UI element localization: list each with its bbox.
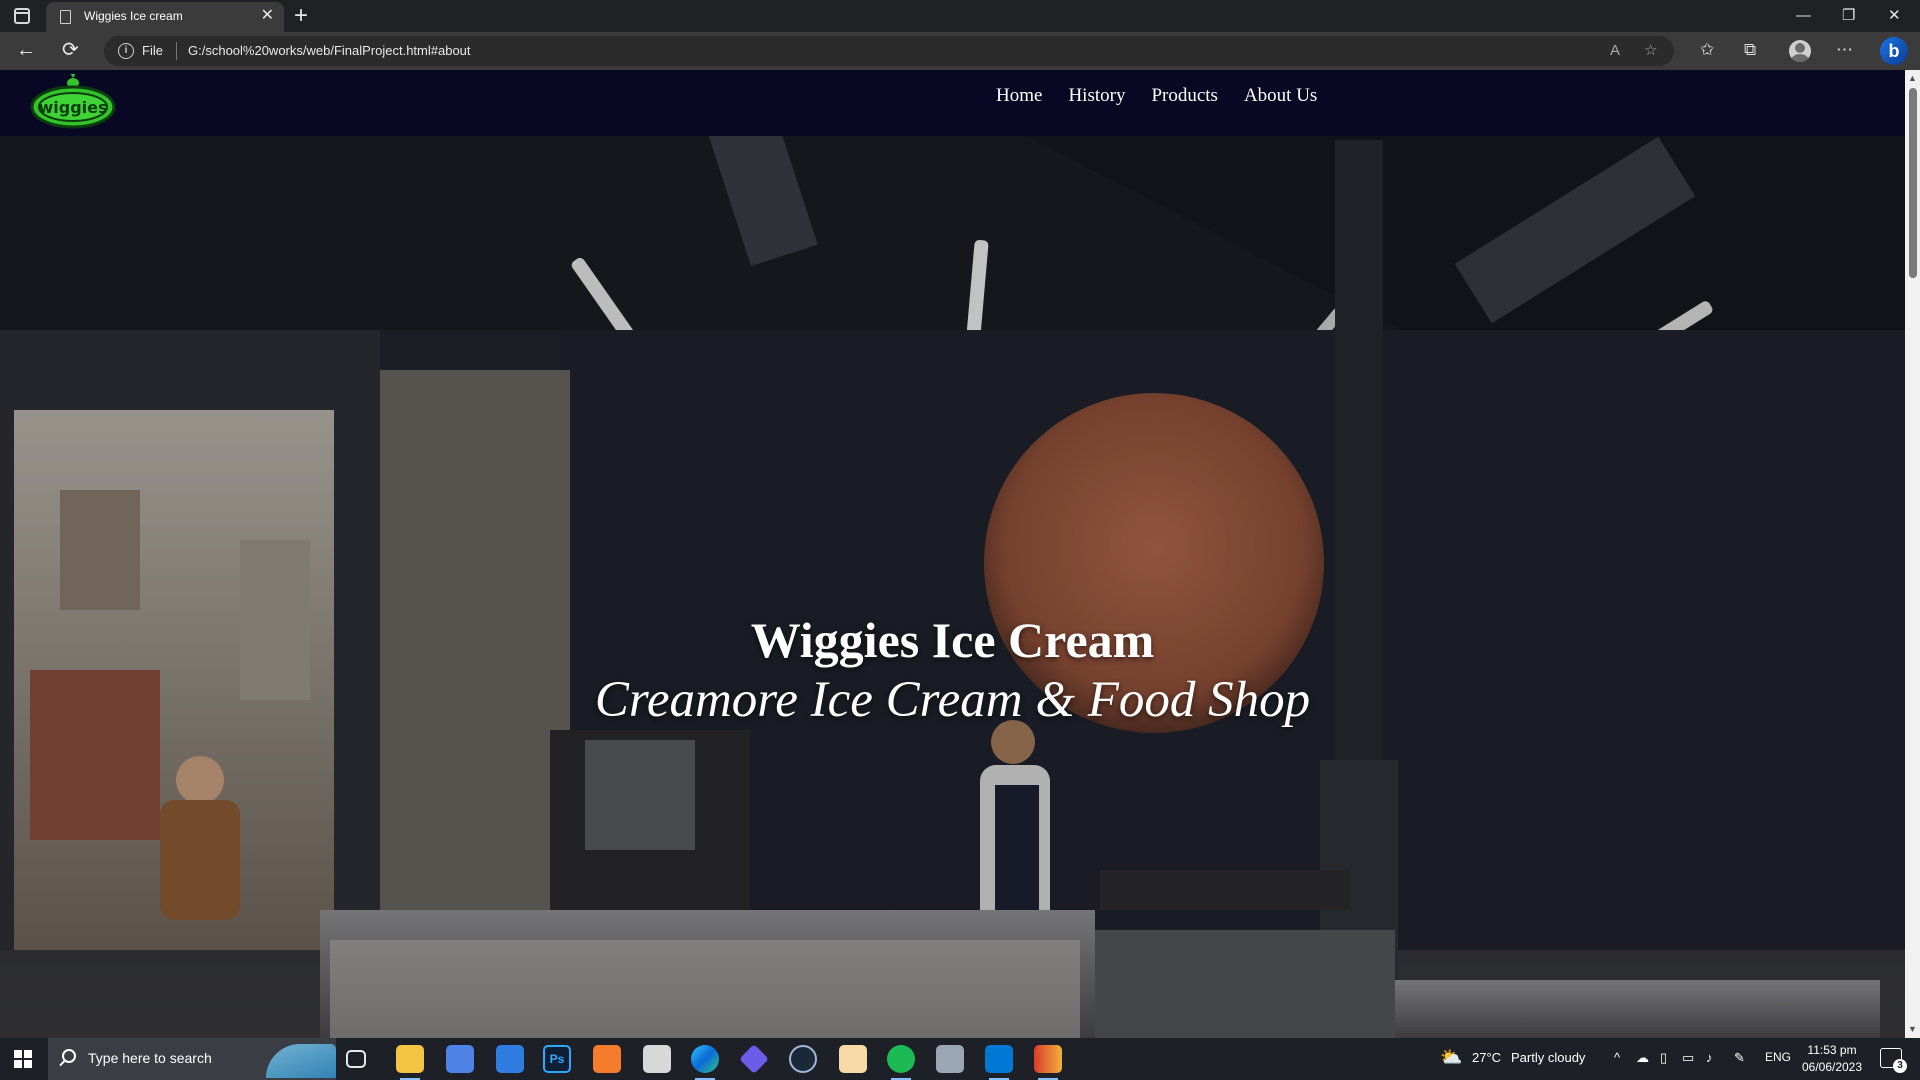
nav-about-link[interactable]: About Us <box>1244 82 1317 110</box>
refresh-icon[interactable]: ⟳ <box>62 38 79 62</box>
wiggies-logo[interactable]: wiggies <box>30 74 116 132</box>
hero-title: Wiggies Ice Cream <box>750 612 1155 668</box>
scroll-up-icon[interactable]: ▲ <box>1908 73 1917 83</box>
page-viewport: wiggies Home History Products About Us W… <box>0 70 1920 1038</box>
more-options-icon[interactable]: ⋯ <box>1836 39 1853 61</box>
weather-text[interactable]: Partly cloudy <box>1511 1050 1585 1065</box>
nav-links: Home History Products About Us <box>996 82 1317 110</box>
steam-icon[interactable] <box>789 1045 817 1073</box>
minimize-button[interactable]: — <box>1796 4 1811 28</box>
url-separator <box>176 42 177 60</box>
restore-button[interactable]: ❐ <box>1842 4 1855 28</box>
weather-icon[interactable]: ⛅ <box>1440 1047 1462 1068</box>
url-scheme: File <box>142 43 163 58</box>
browser-tab-strip: Wiggies Ice cream ✕ + — ❐ ✕ <box>0 0 1920 32</box>
clock-date: 06/06/2023 <box>1801 1060 1863 1074</box>
search-highlight-image <box>266 1044 336 1078</box>
app-diamond-icon[interactable] <box>739 1044 769 1074</box>
tab-title: Wiggies Ice cream <box>84 9 183 23</box>
nav-history-link[interactable]: History <box>1068 82 1125 110</box>
xampp-icon[interactable] <box>593 1045 621 1073</box>
edge-browser-icon[interactable] <box>691 1045 719 1080</box>
new-tab-button[interactable]: + <box>294 3 308 29</box>
scroll-down-icon[interactable]: ▼ <box>1908 1024 1917 1034</box>
microsoft-store-icon[interactable] <box>446 1045 474 1073</box>
game-app-icon[interactable] <box>839 1045 867 1073</box>
search-icon <box>62 1049 76 1063</box>
language-indicator[interactable]: ENG <box>1765 1050 1791 1064</box>
logo-text: wiggies <box>38 98 107 117</box>
volume-icon[interactable]: ♪ <box>1706 1050 1713 1065</box>
tab-close-icon[interactable]: ✕ <box>261 7 274 25</box>
address-bar[interactable]: i File G:/school%20works/web/FinalProjec… <box>104 36 1674 66</box>
notification-count: 3 <box>1893 1059 1907 1073</box>
back-icon[interactable]: ← <box>16 38 36 62</box>
windows-taskbar: Type here to search Ps ⛅ 27°C Partly clo… <box>0 1038 1920 1080</box>
site-navbar: wiggies Home History Products About Us <box>0 70 1905 136</box>
network-icon[interactable]: ▭ <box>1682 1050 1694 1066</box>
tray-cloud-icon[interactable]: ☁ <box>1636 1050 1649 1066</box>
scrollbar-thumb[interactable] <box>1909 88 1917 278</box>
hero-subtitle: Creamore Ice Cream & Food Shop <box>594 672 1311 728</box>
tray-overflow-chevron-icon[interactable]: ^ <box>1614 1050 1620 1065</box>
clock-time: 11:53 pm <box>1807 1043 1857 1057</box>
page-scrollbar[interactable]: ▲ ▼ <box>1905 70 1920 1038</box>
task-view-icon[interactable] <box>346 1050 366 1068</box>
tray-device-icon[interactable]: ▯ <box>1660 1050 1667 1066</box>
windows-start-icon[interactable] <box>14 1050 32 1068</box>
search-placeholder: Type here to search <box>88 1050 212 1066</box>
url-text[interactable]: G:/school%20works/web/FinalProject.html#… <box>188 43 471 58</box>
profile-avatar[interactable] <box>1789 40 1811 62</box>
app-drive-icon[interactable] <box>936 1045 964 1073</box>
favorites-icon[interactable]: ✩ <box>1700 39 1714 61</box>
browser-tab[interactable]: Wiggies Ice cream ✕ <box>46 2 284 32</box>
hero-text: Wiggies Ice Cream Creamore Ice Cream & F… <box>0 610 1905 730</box>
collections-icon[interactable]: ⧉ <box>1744 39 1756 61</box>
taskbar-search-box[interactable]: Type here to search <box>48 1038 336 1080</box>
pen-icon[interactable]: ✎ <box>1734 1050 1745 1066</box>
weather-temp[interactable]: 27°C <box>1472 1050 1501 1065</box>
browser-toolbar: ← ⟳ i File G:/school%20works/web/FinalPr… <box>0 32 1920 70</box>
file-explorer-icon[interactable] <box>396 1045 424 1080</box>
favorite-star-icon[interactable]: ☆ <box>1644 41 1657 61</box>
hero-background-photo <box>0 70 1905 1038</box>
hero-section: wiggies Home History Products About Us W… <box>0 70 1905 1038</box>
nav-home-link[interactable]: Home <box>996 82 1042 110</box>
close-window-button[interactable]: ✕ <box>1888 4 1901 28</box>
photoshop-icon[interactable]: Ps <box>543 1045 571 1073</box>
app-window-icon[interactable] <box>643 1045 671 1073</box>
site-info-icon[interactable]: i <box>118 43 134 59</box>
notifications-icon[interactable]: 3 <box>1880 1048 1907 1073</box>
tab-actions-icon[interactable] <box>14 8 30 24</box>
read-aloud-icon[interactable]: A <box>1610 41 1620 61</box>
taskbar-clock[interactable]: 11:53 pm 06/06/2023 <box>1792 1042 1872 1076</box>
vscode-icon[interactable] <box>985 1045 1013 1080</box>
mail-icon[interactable] <box>496 1045 524 1073</box>
page-icon <box>60 10 71 24</box>
spotify-icon[interactable] <box>887 1045 915 1080</box>
winrar-icon[interactable] <box>1034 1045 1062 1080</box>
nav-products-link[interactable]: Products <box>1151 82 1218 110</box>
bing-copilot-icon[interactable]: b <box>1880 37 1908 65</box>
